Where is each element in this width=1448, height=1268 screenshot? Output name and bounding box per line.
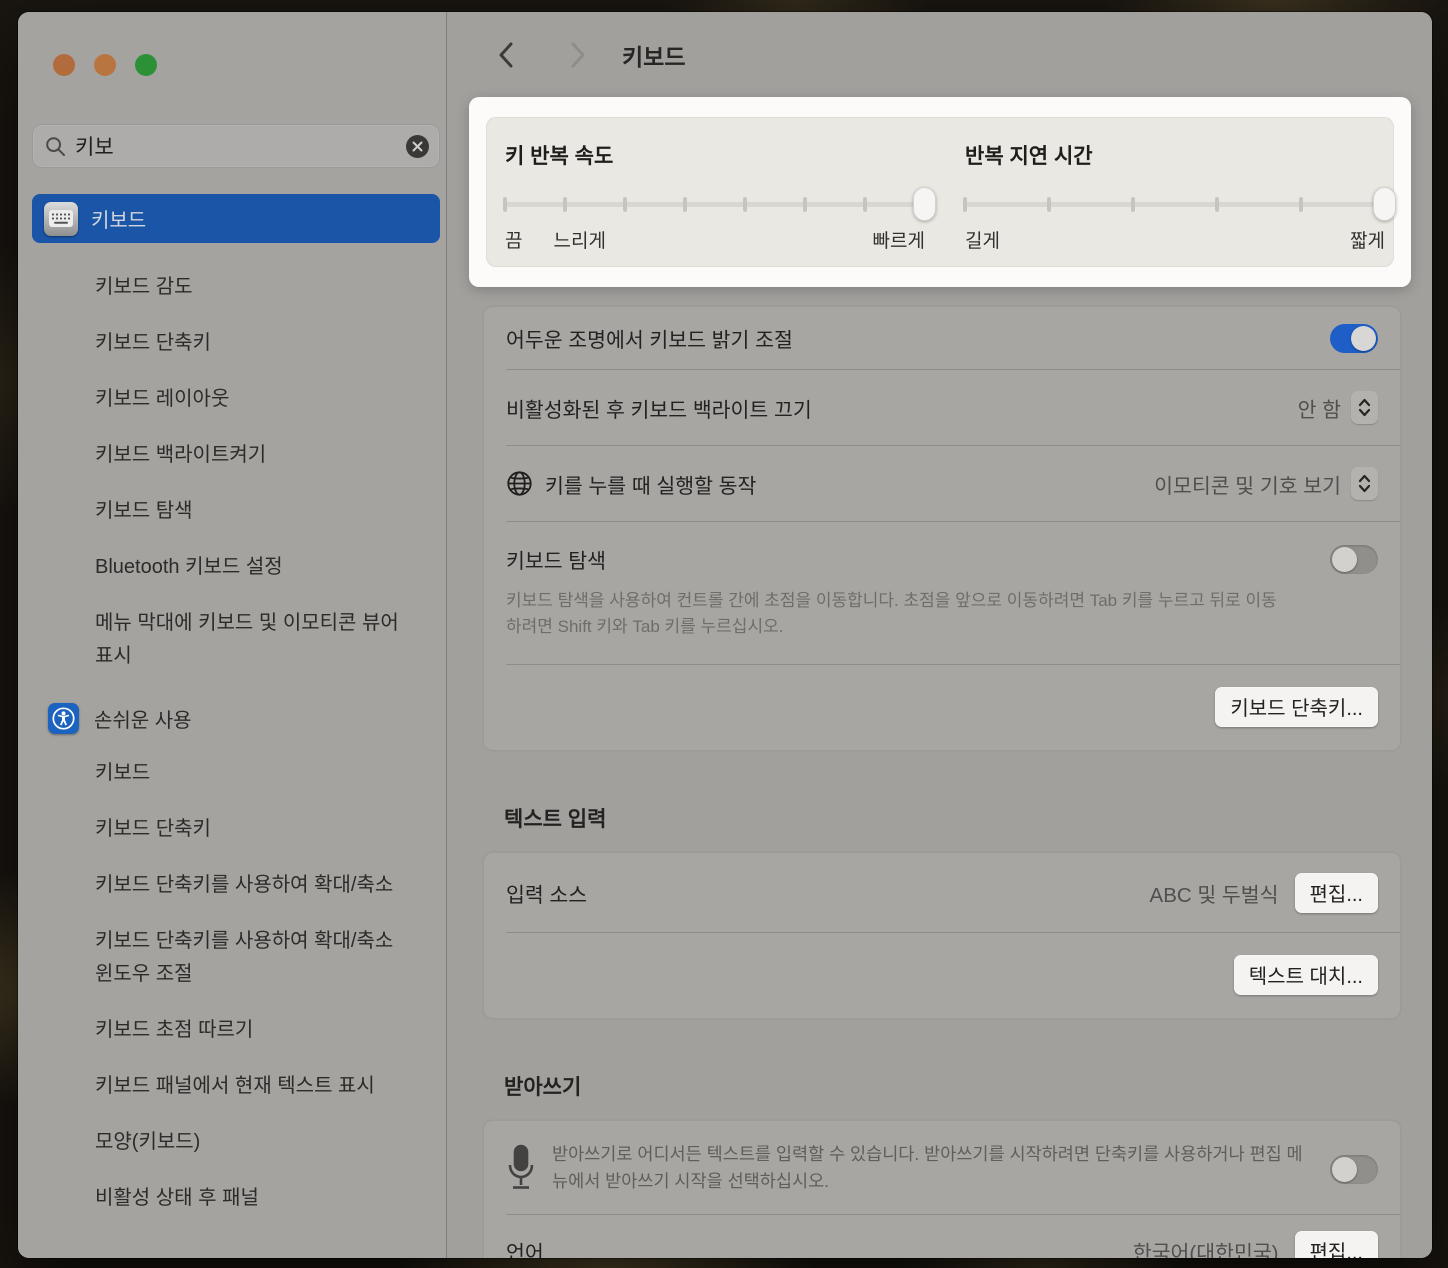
language-row: 언어 한국어(대한민국) 편집... [484,1215,1400,1258]
sidebar-search: 키보 [32,124,440,168]
sidebar-item-keyboard-navigation[interactable]: 키보드 탐색 [95,495,407,528]
backlight-off-popup[interactable] [1351,391,1378,424]
key-repeat-title: 키 반복 속도 [505,140,613,170]
keyboard-settings-card: 어두운 조명에서 키보드 밝기 조절 비활성화된 후 키보드 백라이트 끄기 안… [483,306,1401,751]
sidebar-item-ax-zoom-window[interactable]: 키보드 단축키를 사용하여 확대/축소 윈도우 조절 [95,925,407,991]
sidebar-item-ax-appearance[interactable]: 모양(키보드) [95,1126,407,1159]
language-edit-button[interactable]: 편집... [1295,1231,1378,1258]
repeat-settings-card: 키 반복 속도 끔 느리게 빠르게 반복 지연 시간 [486,117,1394,267]
traffic-lights [18,12,446,76]
dictation-description: 받아쓰기로 어디서든 텍스트를 입력할 수 있습니다. 받아쓰기를 시작하려면 … [552,1141,1330,1195]
sidebar-item-keyboard-layout[interactable]: 키보드 레이아웃 [95,383,407,416]
search-icon [45,136,66,157]
repeat-delay-slider[interactable] [965,187,1385,221]
keyboard-nav-label: 키보드 탐색 [506,544,606,574]
sidebar-keyboard-results: 키보드 감도 키보드 단축키 키보드 레이아웃 키보드 백라이트켜기 키보드 탐… [95,271,412,673]
label-fast: 빠르게 [873,226,925,253]
search-highlight-panel: 키 반복 속도 끔 느리게 빠르게 반복 지연 시간 [469,97,1411,287]
minimize-window-button[interactable] [94,54,116,76]
globe-action-row: 키를 누를 때 실행할 동작 이모티콘 및 기호 보기 [484,446,1400,521]
sidebar-section-label: 손쉬운 사용 [94,704,192,733]
keyboard-shortcuts-button[interactable]: 키보드 단축키... [1215,687,1378,727]
sidebar-accessibility-results: 키보드 키보드 단축키 키보드 단축키를 사용하여 확대/축소 키보드 단축키를… [95,757,412,1215]
text-input-card: 입력 소스 ABC 및 두벌식 편집... 텍스트 대치... [483,852,1401,1019]
label-short: 짧게 [1350,226,1385,253]
input-source-row: 입력 소스 ABC 및 두벌식 편집... [484,853,1400,932]
sidebar: 키보 키보드 키보드 감도 키보드 단축키 키보드 레이아웃 키보드 백라이트켜… [18,12,447,1258]
forward-button[interactable] [570,42,592,68]
search-clear-icon[interactable] [406,135,429,158]
input-source-edit-button[interactable]: 편집... [1295,873,1378,913]
text-replace-row: 텍스트 대치... [484,933,1400,1018]
key-repeat-group: 키 반복 속도 끔 느리게 빠르게 [505,118,925,266]
sidebar-item-label: 키보드 [91,204,146,233]
keyboard-nav-row: 키보드 탐색 [484,522,1400,588]
page-title: 키보드 [622,38,685,72]
sidebar-item-bluetooth-keyboard[interactable]: Bluetooth 키보드 설정 [95,551,407,584]
text-input-header: 텍스트 입력 [504,803,1402,833]
sidebar-item-ax-inactive-panel[interactable]: 비활성 상태 후 패널 [95,1182,407,1215]
brightness-label: 어두운 조명에서 키보드 밝기 조절 [506,323,793,353]
slider-track[interactable] [505,202,925,207]
brightness-row: 어두운 조명에서 키보드 밝기 조절 [484,307,1400,369]
keyboard-app-icon [44,202,78,236]
brightness-toggle[interactable] [1330,324,1378,353]
key-repeat-scale-labels: 끔 느리게 빠르게 [505,226,925,252]
repeat-delay-scale-labels: 길게 짧게 [965,226,1385,252]
key-repeat-slider[interactable] [505,187,925,221]
sidebar-item-keyboard-sensitivity[interactable]: 키보드 감도 [95,271,407,304]
zoom-window-button[interactable] [135,54,157,76]
shortcuts-button-row: 키보드 단축키... [484,665,1400,750]
globe-action-label: 키를 누를 때 실행할 동작 [545,469,756,499]
label-slow: 느리게 [554,226,606,253]
close-window-button[interactable] [53,54,75,76]
globe-icon [506,470,533,497]
sidebar-item-ax-focus-follow[interactable]: 키보드 초점 따르기 [95,1014,407,1047]
dictation-toggle[interactable] [1330,1155,1378,1184]
language-value: 한국어(대한민국) [1133,1236,1279,1258]
dictation-row: 받아쓰기로 어디서든 텍스트를 입력할 수 있습니다. 받아쓰기를 시작하려면 … [484,1121,1400,1214]
sidebar-item-ax-shortcuts[interactable]: 키보드 단축키 [95,813,407,846]
microphone-icon [506,1141,552,1196]
slider-thumb[interactable] [913,187,936,221]
navigation-bar: 키보드 [447,12,1432,97]
label-off: 끔 [505,226,522,253]
keyboard-nav-toggle[interactable] [1330,545,1378,574]
keyboard-nav-description: 키보드 탐색을 사용하여 컨트롤 간에 초점을 이동합니다. 초점을 앞으로 이… [484,588,1400,640]
dictation-header: 받아쓰기 [504,1071,1402,1101]
backlight-off-value: 안 함 [1298,393,1341,423]
language-label: 언어 [506,1236,544,1258]
slider-track[interactable] [965,202,1385,207]
repeat-delay-group: 반복 지연 시간 길게 짧게 [965,118,1385,266]
text-replacements-button[interactable]: 텍스트 대치... [1234,955,1378,995]
sidebar-item-ax-panel-text[interactable]: 키보드 패널에서 현재 텍스트 표시 [95,1070,407,1103]
sidebar-item-keyboard-backlight[interactable]: 키보드 백라이트켜기 [95,439,407,472]
repeat-delay-title: 반복 지연 시간 [965,140,1093,170]
dictation-card: 받아쓰기로 어디서든 텍스트를 입력할 수 있습니다. 받아쓰기를 시작하려면 … [483,1120,1401,1258]
accessibility-icon [48,703,79,734]
sidebar-item-menubar-viewer[interactable]: 메뉴 막대에 키보드 및 이모티콘 뷰어 표시 [95,607,407,673]
label-long: 길게 [965,226,1000,253]
settings-scroll-area: 키 반복 속도 끔 느리게 빠르게 반복 지연 시간 [447,97,1432,1258]
sidebar-item-keyboard-selected[interactable]: 키보드 [32,194,440,243]
content-pane: 키보드 키 반복 속도 끔 느리게 [447,12,1432,1258]
globe-action-value: 이모티콘 및 기호 보기 [1154,469,1341,499]
backlight-off-row: 비활성화된 후 키보드 백라이트 끄기 안 함 [484,370,1400,445]
search-input[interactable]: 키보 [32,124,440,168]
sidebar-item-keyboard-shortcuts[interactable]: 키보드 단축키 [95,327,407,360]
globe-action-popup[interactable] [1351,467,1378,500]
search-value: 키보 [75,131,114,161]
settings-window: 키보 키보드 키보드 감도 키보드 단축키 키보드 레이아웃 키보드 백라이트켜… [18,12,1432,1258]
slider-thumb[interactable] [1373,187,1396,221]
backlight-off-label: 비활성화된 후 키보드 백라이트 끄기 [506,393,812,423]
sidebar-item-ax-keyboard[interactable]: 키보드 [95,757,407,790]
input-source-label: 입력 소스 [506,878,587,908]
sidebar-item-ax-zoom-shortcut[interactable]: 키보드 단축키를 사용하여 확대/축소 [95,869,407,902]
sidebar-section-accessibility[interactable]: 손쉬운 사용 [48,703,446,734]
back-button[interactable] [497,42,519,68]
input-source-value: ABC 및 두벌식 [1150,878,1279,908]
